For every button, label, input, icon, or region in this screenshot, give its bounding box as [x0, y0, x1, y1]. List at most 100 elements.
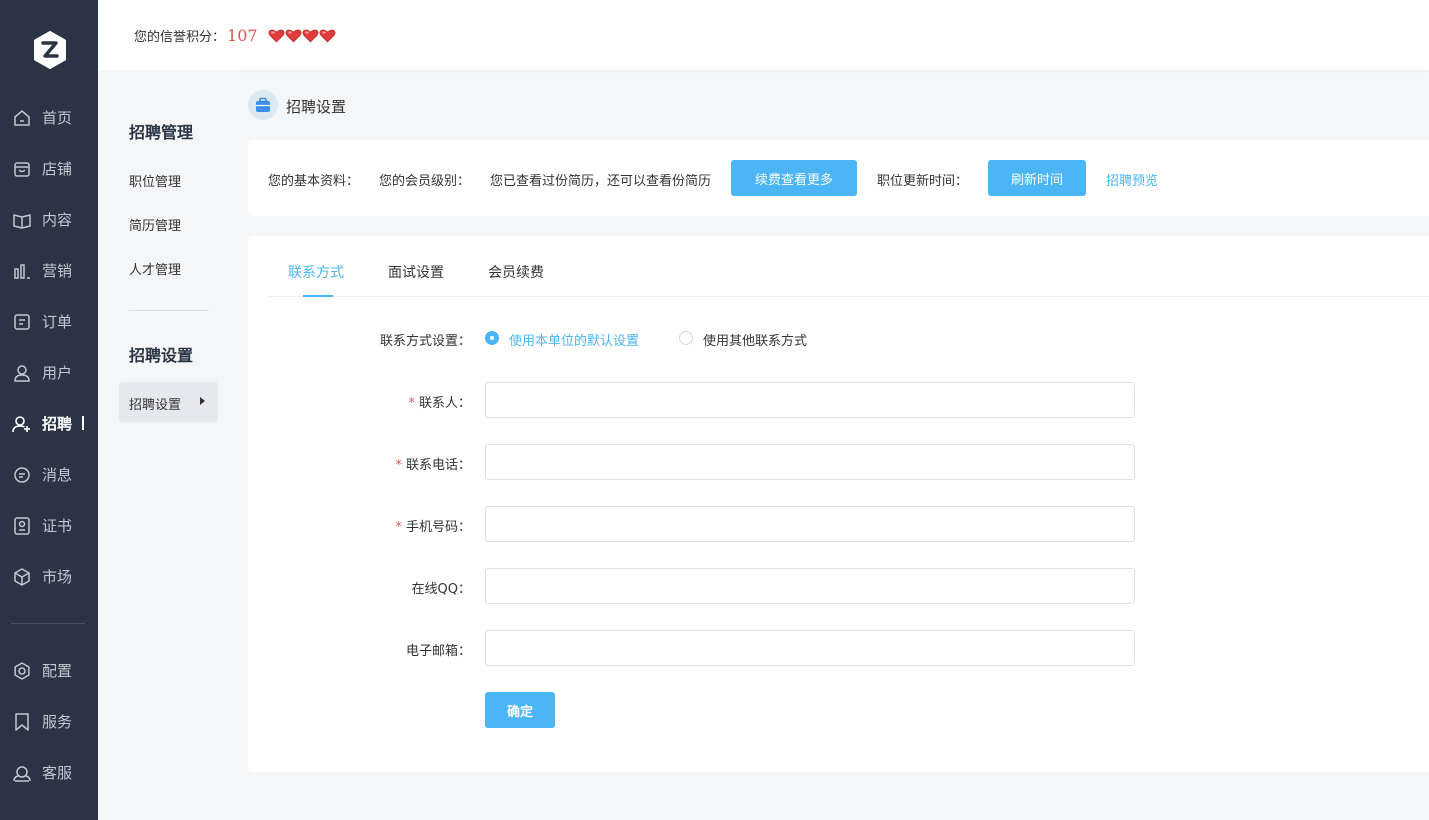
nav-item-label: 内容	[42, 211, 73, 229]
bookmark-icon	[15, 713, 29, 731]
nav-item-label: 消息	[42, 466, 73, 484]
basic-info-label: 您的基本资料：	[268, 174, 360, 189]
renew-button[interactable]: 续费查看更多	[731, 160, 857, 196]
nav-item-certificates[interactable]: 证书	[0, 510, 98, 540]
radio-other-contact-label[interactable]: 使用其他联系方式	[703, 330, 807, 349]
nav-item-label: 服务	[42, 713, 73, 731]
heart-icon	[319, 29, 335, 43]
subnav-item-resumes[interactable]: 简历管理	[129, 215, 181, 234]
required-mark: *	[408, 396, 415, 411]
tabs-divider	[268, 296, 1429, 297]
book-icon	[13, 214, 31, 229]
nav-item-label: 招聘	[42, 415, 73, 433]
nav-item-users[interactable]: 用户	[0, 357, 98, 387]
nav-item-service[interactable]: 服务	[0, 706, 98, 736]
home-icon	[14, 110, 30, 126]
secondary-sidebar: 招聘管理 职位管理 简历管理 人才管理 招聘设置 招聘设置	[98, 70, 238, 820]
cube-icon	[14, 568, 30, 586]
nav-item-label: 用户	[42, 364, 73, 382]
heart-icon	[285, 29, 301, 43]
bar-chart-icon	[14, 264, 30, 279]
credit-label: 您的信誉积分：	[134, 30, 226, 45]
certificate-icon	[14, 517, 30, 535]
heart-icon	[268, 29, 284, 43]
subnav-item-jobs[interactable]: 职位管理	[129, 171, 181, 190]
tab-contact[interactable]: 联系方式	[288, 262, 344, 282]
phone-label: * 联系电话：	[395, 454, 471, 473]
contact-person-input[interactable]	[485, 382, 1135, 418]
shop-icon	[14, 162, 30, 177]
briefcase-icon	[256, 97, 270, 112]
subnav-item-talent[interactable]: 人才管理	[129, 259, 181, 278]
contact-person-label-text: 联系人：	[418, 396, 471, 411]
contact-person-label: * 联系人：	[408, 392, 471, 411]
caret-right-icon	[200, 397, 205, 405]
nav-item-label: 店铺	[42, 160, 73, 178]
page-badge	[248, 90, 278, 120]
mobile-label-text: 手机号码：	[405, 520, 471, 535]
member-info-card: 您的基本资料： 您的会员级别： 您已查看过份简历，还可以查看份简历 续费查看更多…	[248, 140, 1429, 216]
message-icon	[14, 467, 30, 483]
nav-item-config[interactable]: 配置	[0, 655, 98, 685]
recruit-preview-link[interactable]: 招聘预览	[1106, 170, 1158, 189]
settings-card: 联系方式 面试设置 会员续费 联系方式设置： 使用本单位的默认设置 使用其他联系…	[248, 236, 1429, 772]
heart-icon	[302, 29, 318, 43]
radio-default-contact-label[interactable]: 使用本单位的默认设置	[509, 330, 639, 349]
qq-input[interactable]	[485, 568, 1135, 604]
mobile-input[interactable]	[485, 506, 1135, 542]
nav-item-label: 配置	[42, 662, 73, 680]
submit-button[interactable]: 确定	[485, 692, 555, 728]
nav-item-shop[interactable]: 店铺	[0, 153, 98, 183]
mobile-label: * 手机号码：	[395, 516, 471, 535]
phone-label-text: 联系电话：	[405, 458, 471, 473]
subnav-item-label: 招聘设置	[129, 398, 182, 413]
member-level-label: 您的会员级别：	[379, 174, 471, 189]
nav-item-home[interactable]: 首页	[0, 102, 98, 132]
nav-item-label: 市场	[42, 568, 73, 586]
tab-membership[interactable]: 会员续费	[488, 262, 544, 282]
nav-item-market[interactable]: 市场	[0, 561, 98, 591]
credit-score: 您的信誉积分： 107	[134, 26, 336, 45]
resume-views-text: 您已查看过份简历，还可以查看份简历	[490, 174, 712, 189]
credit-hearts	[268, 28, 336, 43]
radio-other-contact[interactable]	[679, 331, 693, 345]
nav-item-label: 订单	[42, 313, 73, 331]
subnav-divider	[129, 310, 209, 311]
order-icon	[14, 314, 30, 330]
nav-item-label: 首页	[42, 109, 73, 127]
email-input[interactable]	[485, 630, 1135, 666]
credit-score-value: 107	[227, 26, 258, 45]
gear-icon	[14, 662, 30, 680]
page-title: 招聘设置	[286, 98, 347, 116]
refresh-time-button[interactable]: 刷新时间	[988, 160, 1086, 196]
qq-label: 在线QQ：	[411, 582, 471, 597]
update-time-label: 职位更新时间：	[877, 174, 969, 189]
active-indicator	[82, 416, 84, 430]
nav-item-label: 营销	[42, 262, 73, 280]
top-header: 您的信誉积分： 107	[98, 0, 1429, 70]
user-icon	[14, 365, 30, 382]
headset-icon	[13, 766, 31, 782]
nav-item-marketing[interactable]: 营销	[0, 255, 98, 285]
radio-default-contact[interactable]	[485, 331, 499, 345]
nav-item-support[interactable]: 客服	[0, 757, 98, 787]
subnav-group-title: 招聘设置	[129, 346, 194, 365]
nav-item-orders[interactable]: 订单	[0, 306, 98, 336]
contact-setting-label: 联系方式设置：	[379, 334, 471, 349]
nav-item-recruit[interactable]: 招聘	[0, 408, 98, 438]
tab-interview[interactable]: 面试设置	[388, 262, 444, 282]
nav-item-label: 证书	[42, 517, 73, 535]
nav-item-label: 客服	[42, 764, 73, 782]
logo-icon[interactable]	[32, 30, 68, 70]
nav-divider	[11, 623, 85, 624]
subnav-item-recruit-settings[interactable]: 招聘设置	[119, 382, 218, 422]
required-mark: *	[395, 520, 402, 535]
user-add-icon	[12, 416, 30, 433]
subnav-group-title: 招聘管理	[129, 123, 194, 142]
nav-item-content[interactable]: 内容	[0, 204, 98, 234]
tab-active-indicator	[303, 295, 333, 297]
phone-input[interactable]	[485, 444, 1135, 480]
nav-item-messages[interactable]: 消息	[0, 459, 98, 489]
main-sidebar: 首页 店铺 内容 营销 订单 用户 招聘 消息 证书 市场 配置 服务 客服	[0, 0, 98, 820]
email-label: 电子邮箱：	[405, 644, 471, 659]
